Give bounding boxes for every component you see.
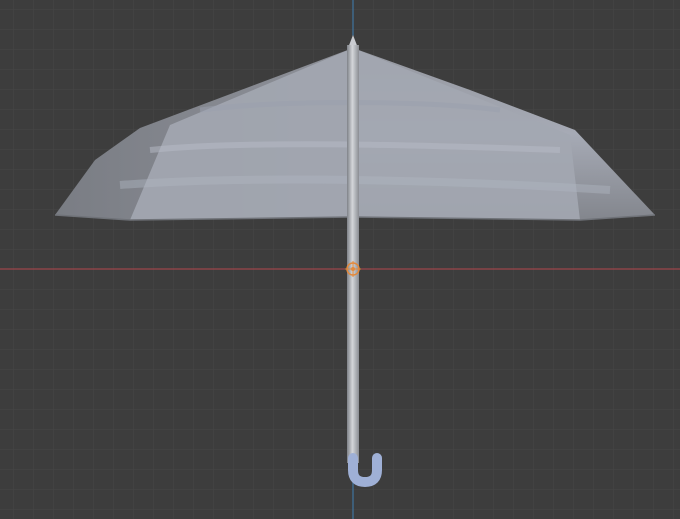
umbrella-shaft[interactable] bbox=[347, 35, 359, 463]
3d-viewport[interactable] bbox=[0, 0, 680, 519]
shaft-rod bbox=[347, 45, 359, 463]
